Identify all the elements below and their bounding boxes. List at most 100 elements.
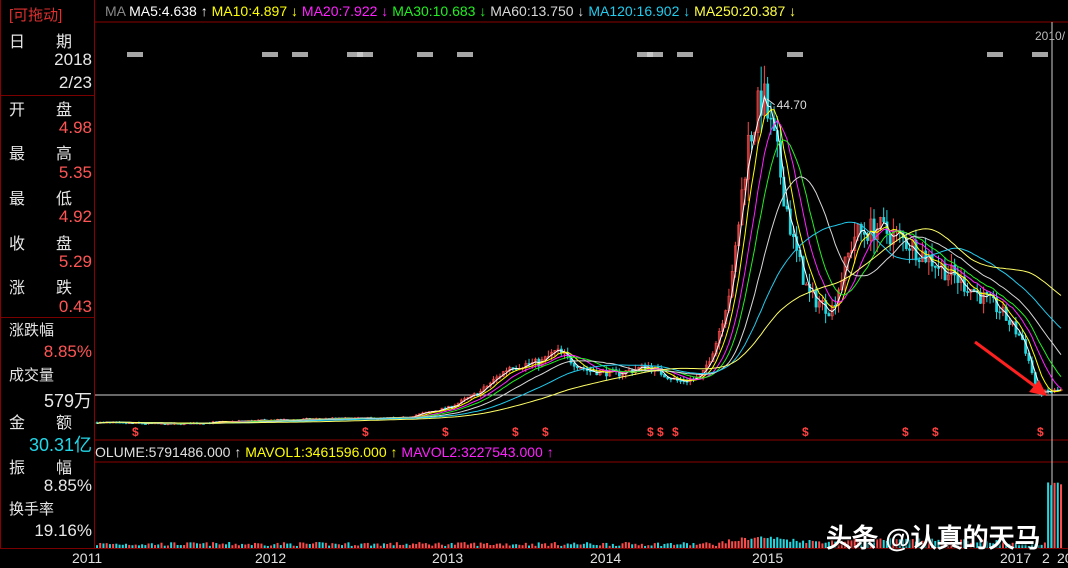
open-label-2: 盘 [55,102,72,119]
event-flag: $ [672,425,679,439]
candlestick-chart[interactable]: MA MA5:4.638 ↑ MA10:4.897 ↓ MA20:7.922 ↓… [95,0,1068,548]
close-value: 5.29 [58,252,92,271]
x-axis-label: 2 [1042,550,1050,566]
event-marker [417,52,433,57]
volume-bar [766,538,769,548]
high-label: 最 [9,146,26,163]
turnover-label: 换手率 [9,501,55,518]
high-label-2: 高 [55,146,72,163]
volume-bar [792,538,795,548]
pct-value: 8.85% [43,342,92,361]
amount-label: 金 [9,415,26,432]
event-flag: $ [362,425,369,439]
vol-legend-item: OLUME:5791486.000 ↑ [95,444,245,460]
volume-bar [731,541,734,548]
date-label-2: 期 [55,34,72,51]
red-arrow-shaft [974,340,1041,392]
event-flag: $ [932,425,939,439]
open-label: 开 [9,102,26,119]
event-flag: $ [902,425,909,439]
volume-bar [802,540,805,548]
ma-legend: MA MA5:4.638 ↑ MA10:4.897 ↓ MA20:7.922 ↓… [105,3,796,19]
volume-label: 成交量 [9,367,55,384]
event-flag: $ [512,425,519,439]
event-flag: $ [442,425,449,439]
candle-body [882,217,886,223]
volume-bar [782,539,785,548]
low-label: 最 [9,191,26,208]
x-axis-label: 2011 [72,550,103,566]
amplitude-label: 振 [9,460,26,477]
event-marker [357,52,373,57]
low-label-2: 低 [55,191,72,208]
volume-bar [776,537,779,548]
volume-bar [756,537,759,548]
volume-bar [773,538,776,548]
amplitude-label-2: 幅 [55,460,72,477]
candle-body [769,117,773,120]
watermark: 头条 @认真的天马 [826,523,1041,553]
volume-bar [814,541,817,548]
open-value: 4.98 [58,118,92,137]
volume-bar [1056,482,1059,548]
pct-label: 涨跌幅 [9,322,55,339]
event-marker [787,52,803,57]
volume-bar [808,540,811,548]
volume-bar [737,540,740,548]
event-marker [262,52,278,57]
candle-body [827,313,831,317]
candle-body [933,265,937,268]
volume-bar [747,540,750,548]
event-marker [457,52,473,57]
volume-bar [734,541,737,548]
event-marker [127,52,143,57]
event-flag: $ [657,425,664,439]
x-axis-label: 2012 [255,550,287,566]
candle-body [1046,389,1050,392]
ma-legend-item: MA250:20.387 ↓ [694,3,796,19]
volume-bar [1060,484,1062,548]
date-value: 2/23 [58,73,92,92]
volume-bar [763,537,766,548]
candle-body [966,291,970,293]
turnover-value: 19.16% [34,521,92,540]
volume-bar [750,538,753,548]
low-value: 4.92 [58,207,92,226]
volume-bar [779,538,782,548]
candle-body [888,233,892,245]
ma-legend-item: MA30:10.683 ↓ [392,3,490,19]
peak-annotation-label: 44.70 [777,98,807,112]
date-label: 日 [9,34,26,51]
drag-tag[interactable]: [可拖动] [9,4,62,25]
candle-body [998,311,1002,314]
x-axis-label: 2015 [752,550,784,566]
x-axis-label: 20 [1057,550,1068,566]
volume-bar [1047,482,1050,548]
volume-bar [760,536,763,548]
change-label-2: 跌 [55,280,72,297]
ma-legend-item: MA120:16.902 ↓ [588,3,694,19]
event-flag: $ [647,425,654,439]
volume-bar [795,540,798,548]
event-marker [987,52,1003,57]
corner-date-label: 2010/ [1035,29,1066,43]
volume-bar [753,537,756,548]
quote-info-panel[interactable]: [可拖动] 日 期 2018 2/23 开 盘 4.98 最 高 5.35 最 … [0,0,95,548]
candle-body [908,248,911,251]
candles-group [95,65,1063,426]
ma-legend-item: MA20:7.922 ↓ [302,3,392,19]
close-label-2: 盘 [55,236,72,253]
ma-legend-item: MA5:4.638 ↑ [129,3,212,19]
vol-legend-item: MAVOL1:3461596.000 ↑ [245,444,401,460]
event-flag: $ [1037,425,1044,439]
candle-body [1008,320,1011,325]
amount-label-2: 额 [55,415,72,432]
candle-body [937,267,940,269]
change-value: 0.43 [58,297,92,316]
candle-body [750,134,753,142]
candle-body [814,289,818,308]
volume-bar [727,539,730,548]
candle-body [804,283,808,286]
volume-bar [1050,485,1053,548]
volume-bar [1053,482,1056,548]
